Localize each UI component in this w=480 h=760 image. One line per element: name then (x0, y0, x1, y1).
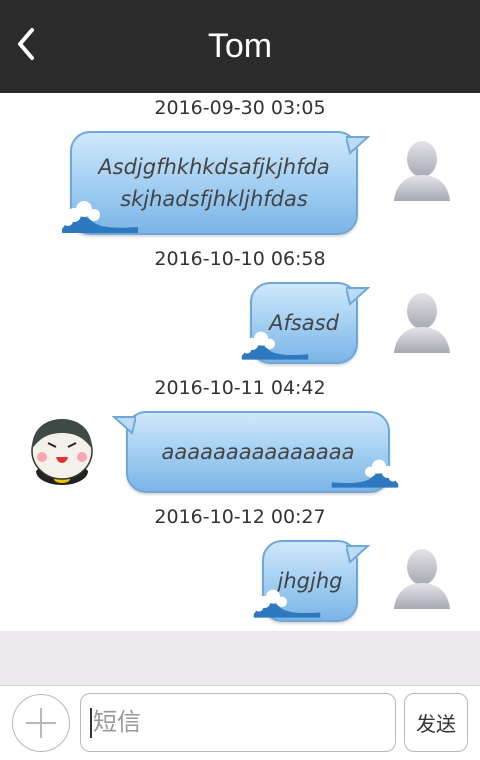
top-bar: Tom (0, 0, 480, 93)
input-bar: 短信 发送 (0, 685, 480, 760)
user-avatar-icon[interactable] (392, 137, 452, 207)
message-text: Asdjgfhkhkdsafjkjhfda (98, 155, 330, 179)
user-avatar-icon[interactable] (392, 545, 452, 615)
message-timestamp: 2016-10-10 06:58 (154, 248, 326, 270)
wave-decoration-icon (331, 459, 399, 488)
user-avatar-icon[interactable] (392, 289, 452, 359)
send-button[interactable]: 发送 (404, 693, 468, 752)
message-list[interactable]: 2016-09-30 03:05 Asdjgfhkhkdsafjkjhfda s… (0, 93, 480, 631)
plus-icon (26, 708, 56, 738)
wave-decoration-icon (253, 589, 321, 618)
contact-avatar-icon[interactable] (28, 415, 96, 487)
page-title: Tom (207, 27, 273, 65)
message-input[interactable]: 短信 (80, 693, 396, 752)
message-timestamp: 2016-09-30 03:05 (154, 97, 326, 119)
bubble-tail (346, 287, 370, 306)
wave-decoration-icon (241, 331, 309, 360)
message-timestamp: 2016-10-11 04:42 (154, 377, 326, 399)
bubble-tail (346, 136, 370, 155)
add-attachment-button[interactable] (12, 694, 70, 752)
message-timestamp: 2016-10-12 00:27 (154, 506, 326, 528)
bubble-tail (112, 416, 136, 435)
spacer-area (0, 631, 480, 685)
bubble-tail (346, 545, 370, 564)
wave-decoration-icon (62, 201, 138, 233)
text-cursor (90, 708, 92, 738)
